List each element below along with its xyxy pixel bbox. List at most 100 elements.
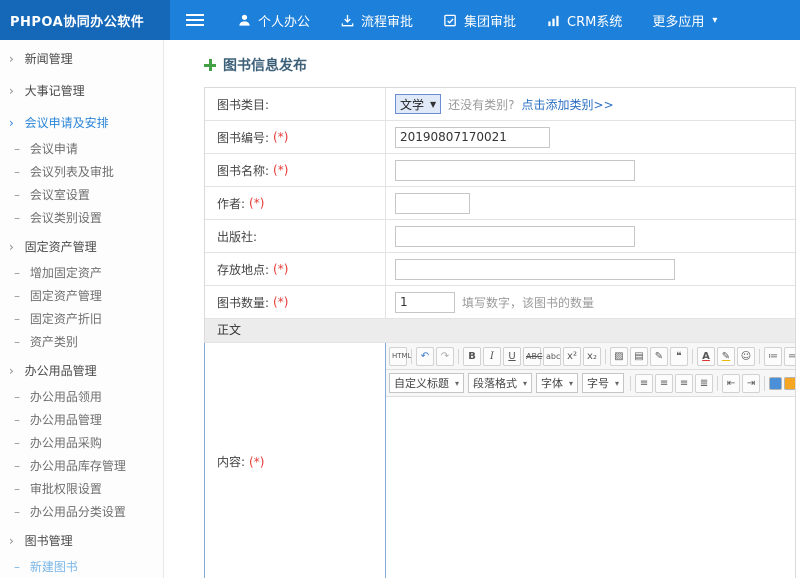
underline-button[interactable]: U	[503, 347, 521, 366]
chevron-down-icon: ▾	[615, 379, 619, 388]
location-input[interactable]	[395, 259, 675, 280]
sidebar-item-supplies-management[interactable]: – 办公用品管理	[0, 409, 163, 432]
field-label: 图书编号:	[217, 129, 269, 146]
sidebar-item-approval-permission-setting[interactable]: – 审批权限设置	[0, 478, 163, 501]
field-label: 存放地点:	[217, 261, 269, 278]
font-size-dropdown[interactable]: 字号 ▾	[582, 373, 624, 393]
author-input[interactable]	[395, 193, 470, 214]
menu-toggle-icon[interactable]	[186, 11, 204, 29]
format-brush-button[interactable]: ✎	[650, 347, 668, 366]
dash-icon: –	[14, 289, 20, 303]
chevron-right-icon: ›	[9, 364, 14, 378]
sidebar-item-label: 新闻管理	[25, 52, 73, 66]
sidebar-item-meeting-category-setting[interactable]: – 会议类别设置	[0, 207, 163, 230]
toolbar-separator	[764, 376, 765, 391]
category-select[interactable]: 文学 ▼	[395, 94, 441, 114]
book-publish-form: 图书类目: 文学 ▼ 还没有类别? 点击添加类别>> 图书编号: (*)	[204, 87, 796, 578]
align-left-button[interactable]: ≡	[635, 374, 653, 393]
sidebar-item-add-fixed-asset[interactable]: – 增加固定资产	[0, 262, 163, 285]
field-label: 图书类目:	[217, 96, 269, 113]
paste-button[interactable]: ▤	[630, 347, 648, 366]
spellcheck-button[interactable]: abc	[543, 347, 561, 366]
custom-title-dropdown[interactable]: 自定义标题 ▾	[389, 373, 464, 393]
book-no-input[interactable]	[395, 127, 550, 148]
emoticon-button[interactable]: ☺	[737, 347, 755, 366]
process-icon	[340, 13, 355, 28]
sidebar-item-meeting-list-approve[interactable]: – 会议列表及审批	[0, 161, 163, 184]
toolbar-separator	[411, 349, 412, 364]
sidebar-item-supplies-purchase[interactable]: – 办公用品采购	[0, 432, 163, 455]
sidebar-item-supplies-claim[interactable]: – 办公用品领用	[0, 386, 163, 409]
eraser-button[interactable]: ▨	[610, 347, 628, 366]
sidebar-item-book-management[interactable]: › 图书管理	[0, 527, 163, 556]
required-mark: (*)	[249, 455, 264, 469]
sidebar-item-label: 办公用品分类设置	[30, 505, 126, 519]
superscript-button[interactable]: x²	[563, 347, 581, 366]
nav-label: 个人办公	[258, 11, 310, 30]
italic-button[interactable]: I	[483, 347, 501, 366]
editor-content[interactable]	[386, 397, 795, 578]
sidebar-item-news-management[interactable]: › 新闻管理	[0, 45, 163, 74]
source-code-button[interactable]: HTML	[389, 347, 407, 366]
bold-button[interactable]: B	[463, 347, 481, 366]
subscript-button[interactable]: x₂	[583, 347, 601, 366]
book-name-input[interactable]	[395, 160, 635, 181]
sidebar-item-office-supplies-management[interactable]: › 办公用品管理	[0, 357, 163, 386]
dash-icon: –	[14, 390, 20, 404]
redo-button[interactable]: ↷	[436, 347, 454, 366]
align-right-button[interactable]: ≡	[675, 374, 693, 393]
blockquote-button[interactable]: ❝	[670, 347, 688, 366]
sidebar-item-asset-category[interactable]: – 资产类别	[0, 331, 163, 354]
undo-button[interactable]: ↶	[416, 347, 434, 366]
nav-personal-office[interactable]: 个人办公	[222, 0, 325, 40]
field-label: 作者:	[217, 195, 245, 212]
add-icon	[204, 59, 216, 71]
ordered-list-button[interactable]: ≔	[764, 347, 782, 366]
outdent-button[interactable]: ⇤	[722, 374, 740, 393]
edit-square-icon	[443, 13, 458, 28]
add-category-link[interactable]: 点击添加类别>>	[522, 96, 614, 113]
quantity-input[interactable]	[395, 292, 455, 313]
font-color-button[interactable]: A	[697, 347, 715, 366]
sidebar-item-supplies-inventory-management[interactable]: – 办公用品库存管理	[0, 455, 163, 478]
chevron-right-icon: ›	[9, 116, 14, 130]
indent-button[interactable]: ⇥	[742, 374, 760, 393]
sidebar-item-new-book[interactable]: – 新建图书	[0, 556, 163, 578]
strikethrough-button[interactable]: ABC	[523, 347, 541, 366]
nav-group-approval[interactable]: 集团审批	[428, 0, 531, 40]
align-justify-button[interactable]: ≣	[695, 374, 713, 393]
font-family-dropdown[interactable]: 字体 ▾	[536, 373, 578, 393]
sidebar-item-label: 图书管理	[25, 534, 73, 548]
required-mark: (*)	[273, 163, 288, 177]
app-logo: PHPOA协同办公软件	[0, 0, 170, 40]
sidebar-item-meeting-apply[interactable]: – 会议申请	[0, 138, 163, 161]
field-label: 出版社:	[217, 228, 257, 245]
dash-icon: –	[14, 211, 20, 225]
sidebar-item-fixed-asset-management[interactable]: – 固定资产管理	[0, 285, 163, 308]
field-label: 内容:	[217, 453, 245, 470]
align-center-button[interactable]: ≡	[655, 374, 673, 393]
sidebar-item-label: 办公用品采购	[30, 436, 102, 450]
unordered-list-button[interactable]: ≕	[784, 347, 795, 366]
sidebar-item-fixed-asset-depreciation[interactable]: – 固定资产折旧	[0, 308, 163, 331]
field-label: 图书数量:	[217, 294, 269, 311]
sidebar-item-meeting-room-setting[interactable]: – 会议室设置	[0, 184, 163, 207]
link-icon[interactable]	[769, 377, 782, 390]
sidebar-item-supplies-category-setting[interactable]: – 办公用品分类设置	[0, 501, 163, 524]
image-icon[interactable]	[784, 377, 795, 390]
nav-crm-system[interactable]: CRM系统	[531, 0, 637, 40]
sidebar-item-label: 会议列表及审批	[30, 165, 114, 179]
sidebar-item-label: 办公用品管理	[30, 413, 102, 427]
required-mark: (*)	[273, 295, 288, 309]
sidebar-item-fixed-assets-management[interactable]: › 固定资产管理	[0, 233, 163, 262]
paragraph-format-dropdown[interactable]: 段落格式 ▾	[468, 373, 532, 393]
highlight-color-button[interactable]: ✎	[717, 347, 735, 366]
nav-more-apps[interactable]: 更多应用 ▾	[637, 0, 732, 40]
sidebar-item-meeting-apply-arrange[interactable]: › 会议申请及安排	[0, 109, 163, 138]
category-hint: 还没有类别?	[448, 96, 514, 113]
bar-chart-icon	[546, 13, 561, 28]
nav-process-approval[interactable]: 流程审批	[325, 0, 428, 40]
sidebar-item-events-management[interactable]: › 大事记管理	[0, 77, 163, 106]
publisher-input[interactable]	[395, 226, 635, 247]
dash-icon: –	[14, 142, 20, 156]
